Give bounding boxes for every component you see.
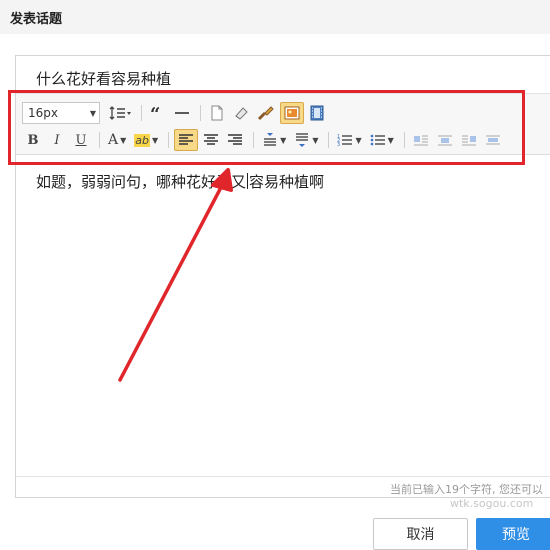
font-color-button[interactable]: A ▼	[105, 129, 129, 151]
page-break-button[interactable]	[206, 102, 228, 124]
editor-toolbar: 16px ▼ “ B I U A ▼ ab ▼ ▼ ▼ 1 2 3 ▼ ▼	[16, 93, 550, 155]
toolbar-row-1: 16px ▼ “	[22, 101, 330, 125]
image-icon	[284, 106, 300, 120]
font-size-select[interactable]: 16px ▼	[22, 102, 100, 124]
unordered-list-button[interactable]: ▼	[367, 129, 397, 151]
image-left-icon	[413, 135, 428, 146]
background-color-icon: ab	[134, 133, 151, 147]
chevron-down-icon: ▼	[89, 108, 96, 118]
ordered-list-button[interactable]: 123 ▼	[334, 129, 364, 151]
chevron-down-icon: ▼	[152, 135, 159, 145]
blockquote-button[interactable]: “	[147, 102, 169, 124]
bold-button[interactable]: B	[22, 129, 44, 151]
toolbar-divider	[99, 132, 100, 148]
align-right-button[interactable]	[224, 129, 246, 151]
content-text-after: 容易种植啊	[249, 173, 325, 191]
background-color-button[interactable]: ab ▼	[131, 129, 161, 151]
content-text-before: 如题，弱弱问句，哪种花好看又	[36, 173, 247, 191]
chevron-down-icon: ▼	[312, 135, 319, 145]
eraser-icon	[235, 107, 248, 120]
underline-button[interactable]: U	[70, 129, 92, 151]
chevron-down-icon: ▼	[120, 135, 127, 145]
quote-icon: “	[150, 106, 160, 120]
text-cursor	[247, 173, 249, 189]
font-color-icon: A	[108, 132, 119, 148]
image-float-right-button[interactable]	[458, 129, 480, 151]
chevron-down-icon: ▼	[280, 135, 287, 145]
align-right-icon	[228, 134, 243, 145]
chevron-down-icon: ▼	[387, 135, 394, 145]
post-content[interactable]: 如题，弱弱问句，哪种花好看又 容易种植啊	[36, 171, 324, 192]
ordered-list-icon: 123	[337, 134, 353, 147]
watermark: wtk.sogou.com	[450, 497, 534, 510]
horizontal-rule-icon	[175, 112, 189, 114]
image-right-icon	[461, 135, 476, 146]
spacing-top-icon	[264, 133, 277, 146]
unordered-list-icon	[370, 134, 385, 146]
svg-text:“: “	[150, 106, 160, 120]
page-header: 发表话题	[0, 0, 550, 34]
image-center-icon	[437, 135, 452, 146]
toolbar-row-2: B I U A ▼ ab ▼ ▼ ▼ 1 2 3 ▼ ▼	[22, 128, 506, 152]
page-title: 发表话题	[10, 12, 63, 27]
image-no-float-button[interactable]	[482, 129, 504, 151]
horizontal-rule-button[interactable]	[171, 102, 193, 124]
align-left-button[interactable]	[174, 129, 199, 151]
insert-video-button[interactable]	[306, 102, 328, 124]
line-height-icon	[109, 106, 131, 120]
toolbar-divider	[200, 105, 201, 121]
align-center-icon	[204, 134, 219, 145]
image-center-button[interactable]	[434, 129, 456, 151]
format-brush-icon	[257, 106, 274, 121]
spacing-bottom-icon	[296, 133, 309, 147]
line-height-button[interactable]	[106, 102, 134, 124]
preview-button[interactable]: 预览	[476, 518, 550, 550]
paragraph-spacing-bottom-button[interactable]: ▼	[291, 129, 321, 151]
italic-button[interactable]: I	[46, 129, 68, 151]
paragraph-spacing-top-button[interactable]: ▼	[259, 129, 289, 151]
toolbar-divider	[403, 132, 405, 148]
toolbar-divider	[328, 132, 330, 148]
toolbar-divider	[253, 132, 255, 148]
font-size-value: 16px	[28, 106, 58, 120]
toolbar-divider	[168, 132, 170, 148]
character-counter: 当前已输入19个字符, 您还可以	[390, 483, 543, 496]
chevron-down-icon: ▼	[355, 135, 362, 145]
image-none-icon	[485, 135, 500, 145]
clear-format-button[interactable]	[230, 102, 252, 124]
cancel-button[interactable]: 取消	[373, 518, 468, 550]
image-float-left-button[interactable]	[410, 129, 432, 151]
align-center-button[interactable]	[200, 129, 222, 151]
align-left-icon	[179, 134, 194, 145]
page-icon	[211, 105, 223, 121]
toolbar-divider	[141, 105, 142, 121]
insert-image-button[interactable]	[280, 102, 304, 124]
editor-footer-divider	[16, 476, 550, 477]
format-painter-button[interactable]	[254, 102, 278, 124]
svg-text:3: 3	[337, 142, 340, 147]
video-icon	[310, 105, 324, 121]
topic-title-input[interactable]	[36, 67, 516, 89]
